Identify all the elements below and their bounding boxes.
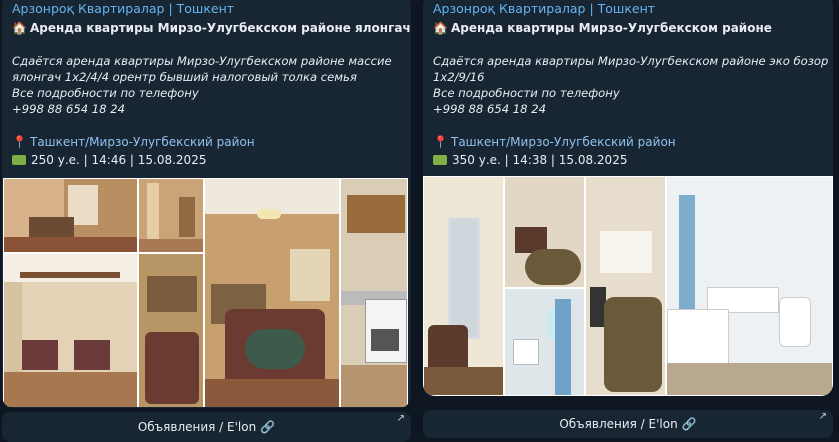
price-text: 250 у.е. | 14:46 | 15.08.2025 bbox=[31, 153, 207, 167]
footer-button-right[interactable]: Объявления / E'lon 🔗 ↗ bbox=[423, 410, 833, 438]
external-arrow-icon[interactable]: ↗ bbox=[397, 413, 405, 425]
price-row: 250 у.е. | 14:46 | 15.08.2025 bbox=[12, 152, 401, 168]
location-text: Ташкент/Мирзо-Улугбекский район bbox=[30, 135, 255, 149]
message-bubble-right[interactable]: Арзонроқ Квартиралар | Тошкент 🏠 Аренда к… bbox=[423, 0, 833, 396]
money-icon bbox=[433, 155, 447, 165]
message-bubble-left[interactable]: Арзонроқ Квартиралар | Тошкент 🏠 Аренда к… bbox=[2, 0, 411, 408]
photo-kitchen[interactable] bbox=[341, 179, 407, 407]
photo-corridor[interactable] bbox=[139, 179, 203, 252]
description-line: Все подробности по телефону bbox=[433, 86, 620, 100]
listing-title: 🏠 Аренда квартиры Мирзо-Улугбекском район… bbox=[433, 21, 772, 35]
photo-room-sofa[interactable] bbox=[4, 179, 137, 252]
photo-wardrobe[interactable] bbox=[424, 177, 503, 395]
photo-room-rug[interactable] bbox=[505, 177, 584, 287]
external-arrow-icon[interactable]: ↗ bbox=[819, 411, 827, 423]
channel-name[interactable]: Арзонроқ Квартиралар | Тошкент bbox=[433, 0, 823, 18]
photo-gallery[interactable] bbox=[423, 176, 833, 396]
description-line: Сдаётся аренда квартиры Мирзо-Улугбекско… bbox=[433, 54, 829, 68]
photo-living-tv[interactable] bbox=[586, 177, 665, 395]
photo-bathroom[interactable] bbox=[667, 177, 832, 395]
photo-washbasin[interactable] bbox=[505, 289, 584, 395]
price-row: 350 у.е. | 14:38 | 15.08.2025 bbox=[433, 152, 823, 168]
house-icon: 🏠 bbox=[12, 21, 27, 35]
footer-button-left[interactable]: Объявления / E'lon 🔗 ↗ bbox=[2, 412, 411, 442]
photo-gallery[interactable] bbox=[3, 178, 408, 407]
link-icon: 🔗 bbox=[681, 417, 697, 431]
listing-description: Сдаётся аренда квартиры Мирзо-Улугбекско… bbox=[12, 53, 401, 117]
description-line: Все подробности по телефону bbox=[12, 86, 199, 100]
phone-number[interactable]: +998 88 654 18 24 bbox=[433, 101, 823, 117]
listing-description: Сдаётся аренда квартиры Мирзо-Улугбекско… bbox=[433, 53, 829, 117]
description-line: ялонгач 1х2/4/4 орентр бывший налоговый … bbox=[12, 70, 357, 84]
location-text: Ташкент/Мирзо-Улугбекский район bbox=[451, 135, 676, 149]
phone-number[interactable]: +998 88 654 18 24 bbox=[12, 101, 401, 117]
price-text: 350 у.е. | 14:38 | 15.08.2025 bbox=[452, 153, 628, 167]
pin-icon: 📍 bbox=[433, 135, 448, 149]
photo-room-armchairs[interactable] bbox=[4, 254, 137, 407]
link-icon: 🔗 bbox=[260, 420, 276, 434]
description-line: Сдаётся аренда квартиры Мирзо-Улугбекско… bbox=[12, 54, 392, 68]
house-icon: 🏠 bbox=[433, 21, 448, 35]
channel-name[interactable]: Арзонроқ Квартиралар | Тошкент bbox=[12, 0, 401, 18]
pin-icon: 📍 bbox=[12, 135, 27, 149]
location-row: 📍 Ташкент/Мирзо-Улугбекский район bbox=[433, 134, 823, 150]
footer-label: Объявления / E'lon bbox=[559, 417, 678, 431]
photo-carpet[interactable] bbox=[139, 254, 203, 407]
listing-title: 🏠 Аренда квартиры Мирзо-Улугбекском район… bbox=[12, 21, 411, 35]
description-line: 1х2/9/16 bbox=[433, 70, 485, 84]
location-row: 📍 Ташкент/Мирзо-Улугбекский район bbox=[12, 134, 401, 150]
money-icon bbox=[12, 155, 26, 165]
photo-living-room[interactable] bbox=[205, 179, 339, 407]
footer-label: Объявления / E'lon bbox=[137, 420, 257, 434]
